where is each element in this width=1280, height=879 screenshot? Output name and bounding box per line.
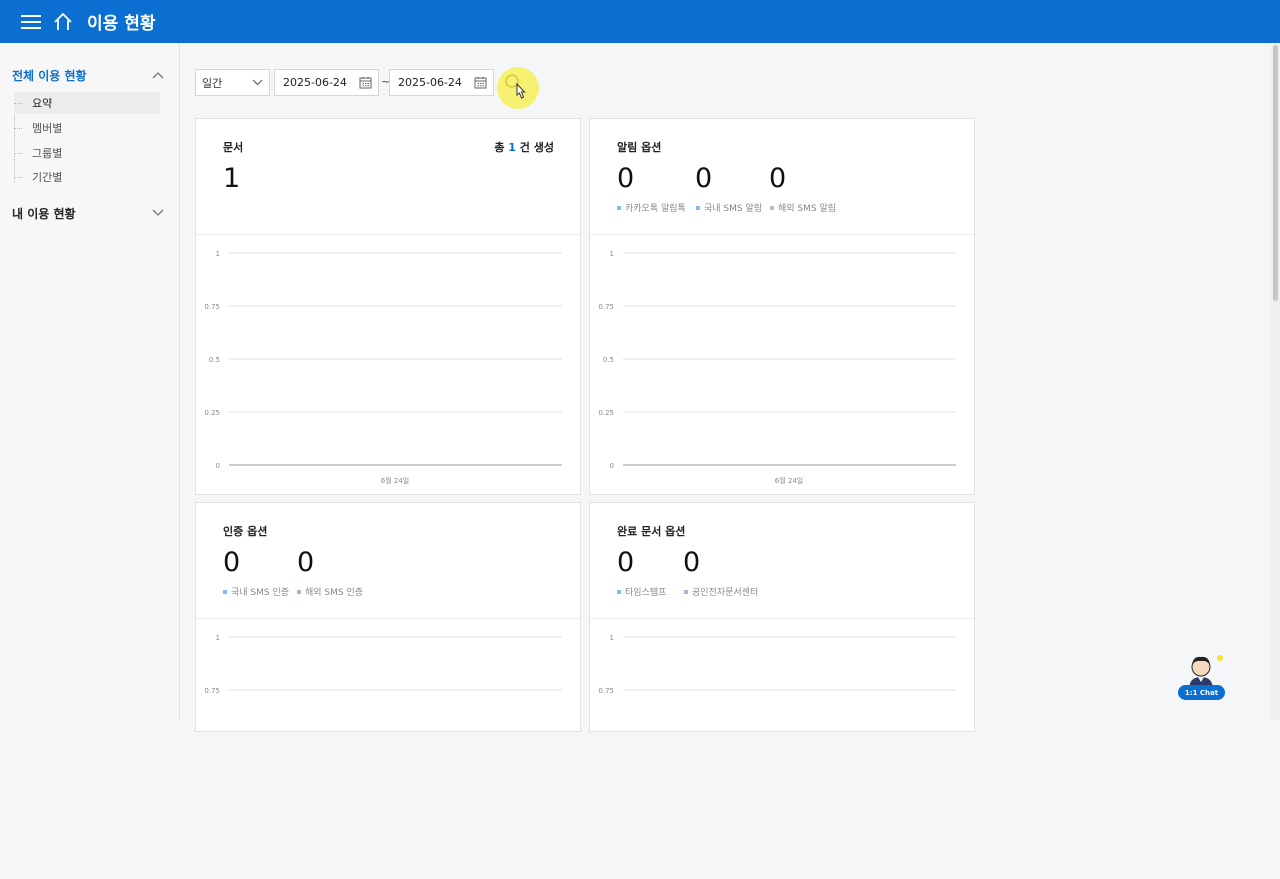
sidebar-item-members[interactable]: 멤버별 <box>14 117 160 139</box>
sidebar-item-period[interactable]: 기간별 <box>14 166 160 188</box>
grid-lines <box>229 252 562 466</box>
stat-value: 0 <box>769 163 787 194</box>
card-completed-doc-options: 완료 문서 옵션 0 0 타임스탬프 공인전자문서센터 1 0.75 <box>589 502 975 732</box>
y-tick-label: 0.75 <box>204 303 220 311</box>
stat-value: 0 <box>617 163 635 194</box>
search-icon <box>505 74 526 99</box>
app-header: 이용 현황 <box>0 0 1280 43</box>
period-select[interactable]: 일간 <box>195 69 270 96</box>
x-tick-label: 6월 24일 <box>775 476 803 485</box>
legend-item: 국내 SMS 인증 <box>223 585 289 598</box>
stat-value: 0 <box>683 547 701 578</box>
calendar-icon[interactable] <box>474 76 487 89</box>
search-button[interactable] <box>497 67 539 109</box>
total-suffix: 건 생성 <box>519 141 554 154</box>
sidebar-item-label: 멤버별 <box>32 122 63 135</box>
card-notification-options: 알림 옵션 0 0 0 카카오톡 알림톡 국내 SMS 알림 해외 SMS 알림… <box>589 118 975 495</box>
total-prefix: 총 <box>494 141 505 154</box>
sidebar-item-summary[interactable]: 요약 <box>14 92 160 114</box>
card-title: 알림 옵션 <box>617 141 662 154</box>
chart: 1 0.75 <box>204 634 562 695</box>
stat-value: 0 <box>695 163 713 194</box>
sidebar-group-my-usage[interactable]: 내 이용 현황 <box>12 203 164 223</box>
chart: 1 0.75 <box>598 634 956 695</box>
sidebar-item-groups[interactable]: 그룹별 <box>14 142 160 164</box>
y-tick-label: 0.75 <box>598 687 614 695</box>
legend-item: 국내 SMS 알림 <box>696 201 762 214</box>
y-tick-label: 0 <box>610 462 614 470</box>
y-tick-label: 0.5 <box>209 356 220 364</box>
vertical-scrollbar[interactable] <box>1271 43 1280 720</box>
stat-value: 1 <box>223 163 241 194</box>
chevron-up-icon <box>152 72 164 79</box>
y-tick-label: 0.25 <box>204 409 220 417</box>
legend-item: 타임스탬프 <box>617 585 666 598</box>
total-value: 1 <box>508 141 516 154</box>
sidebar-group-label: 전체 이용 현황 <box>12 68 87 83</box>
chart: 1 0.75 0.5 0.25 0 6월 24일 <box>598 250 956 485</box>
sidebar-item-label: 기간별 <box>32 171 63 184</box>
legend-item: 공인전자문서센터 <box>684 585 758 598</box>
legend-item: 해외 SMS 인증 <box>297 585 363 598</box>
sidebar-item-label: 요약 <box>32 97 53 110</box>
y-tick-label: 1 <box>610 634 614 642</box>
card-auth-options: 인증 옵션 0 0 국내 SMS 인증 해외 SMS 인증 1 0.75 <box>195 502 581 732</box>
start-date-field[interactable]: 2025-06-24 <box>274 69 379 96</box>
chat-avatar-icon <box>1189 655 1223 688</box>
card-title: 문서 <box>223 141 244 154</box>
y-tick-label: 1 <box>216 634 220 642</box>
stat-value: 0 <box>223 547 241 578</box>
page-title: 이용 현황 <box>87 14 156 34</box>
legend-item: 카카오톡 알림톡 <box>617 201 686 214</box>
chat-button[interactable]: 1:1 Chat <box>1177 652 1225 700</box>
stat-value: 0 <box>297 547 315 578</box>
chevron-down-icon <box>152 209 164 216</box>
chat-label: 1:1 Chat <box>1178 685 1225 700</box>
y-tick-label: 1 <box>216 250 220 258</box>
y-tick-label: 0.5 <box>603 356 614 364</box>
end-date-field[interactable]: 2025-06-24 <box>389 69 494 96</box>
chart: 1 0.75 0.5 0.25 0 6월 24일 <box>204 250 562 485</box>
card-total: 총 1 건 생성 <box>494 139 554 155</box>
card-documents: 문서 총 1 건 생성 1 1 0.75 0.5 0.25 0 6월 24일 <box>195 118 581 495</box>
menu-icon[interactable] <box>21 14 41 30</box>
start-date-value: 2025-06-24 <box>283 76 347 89</box>
end-date-value: 2025-06-24 <box>398 76 462 89</box>
stat-value: 0 <box>617 547 635 578</box>
sidebar-item-label: 그룹별 <box>32 147 63 160</box>
home-icon[interactable] <box>53 12 73 32</box>
y-tick-label: 0.25 <box>598 409 614 417</box>
chevron-down-icon <box>252 79 263 86</box>
sidebar-group-label: 내 이용 현황 <box>12 206 76 221</box>
calendar-icon[interactable] <box>359 76 372 89</box>
period-select-value: 일간 <box>202 76 223 90</box>
x-tick-label: 6월 24일 <box>381 476 409 485</box>
y-tick-label: 0 <box>216 462 220 470</box>
y-tick-label: 1 <box>610 250 614 258</box>
y-tick-label: 0.75 <box>204 687 220 695</box>
legend-item: 해외 SMS 알림 <box>770 201 836 214</box>
scrollbar-thumb[interactable] <box>1273 45 1278 301</box>
card-title: 완료 문서 옵션 <box>617 525 686 538</box>
card-title: 인증 옵션 <box>223 525 268 538</box>
sidebar-group-all-usage[interactable]: 전체 이용 현황 <box>12 65 164 85</box>
y-tick-label: 0.75 <box>598 303 614 311</box>
grid-lines <box>623 252 956 466</box>
